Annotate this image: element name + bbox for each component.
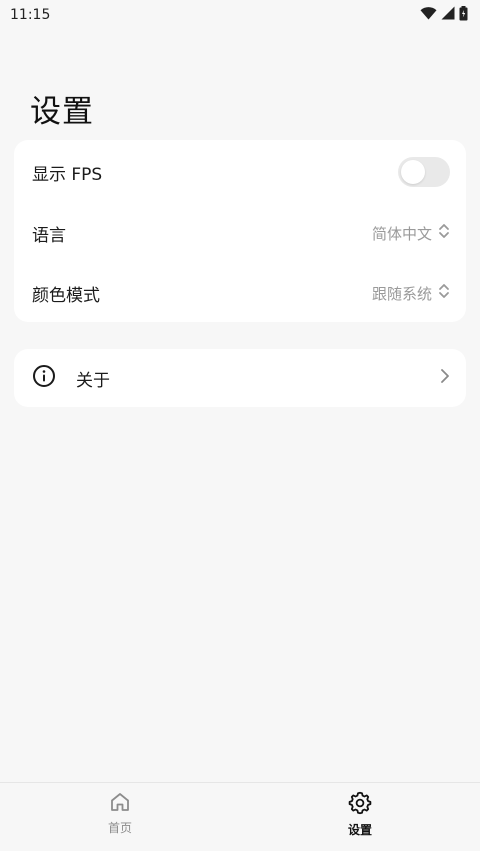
about-card: 关于 xyxy=(14,349,466,407)
chevron-right-icon xyxy=(440,368,450,388)
battery-icon xyxy=(459,5,468,25)
status-bar: 11:15 xyxy=(0,0,480,30)
status-icons xyxy=(420,5,468,25)
about-row[interactable]: 关于 xyxy=(14,349,466,407)
signal-icon xyxy=(441,6,455,24)
toggle-knob xyxy=(401,160,425,184)
color-mode-row[interactable]: 颜色模式 跟随系统 xyxy=(14,263,466,323)
nav-settings[interactable]: 设置 xyxy=(320,791,400,838)
language-select[interactable]: 简体中文 xyxy=(372,222,450,244)
language-row[interactable]: 语言 简体中文 xyxy=(14,203,466,263)
color-mode-label: 颜色模式 xyxy=(32,285,100,306)
show-fps-row[interactable]: 显示 FPS xyxy=(14,142,466,202)
about-label: 关于 xyxy=(76,370,110,391)
nav-home-label: 首页 xyxy=(107,821,132,835)
home-icon xyxy=(109,791,131,817)
chevron-up-down-icon xyxy=(438,282,450,304)
color-mode-value: 跟随系统 xyxy=(371,284,432,303)
settings-card: 显示 FPS 语言 简体中文 颜色模式 跟随系统 xyxy=(14,140,466,322)
show-fps-label: 显示 FPS xyxy=(32,164,103,185)
color-mode-select[interactable]: 跟随系统 xyxy=(372,282,450,304)
bottom-nav: 首页 设置 xyxy=(0,782,480,851)
nav-home[interactable]: 首页 xyxy=(80,791,160,836)
status-time: 11:15 xyxy=(10,7,51,23)
nav-settings-label: 设置 xyxy=(347,823,372,837)
wifi-icon xyxy=(420,6,437,24)
language-label: 语言 xyxy=(32,225,66,246)
show-fps-toggle[interactable] xyxy=(398,157,450,187)
gear-icon xyxy=(348,791,372,819)
info-icon xyxy=(32,364,56,392)
chevron-up-down-icon xyxy=(438,222,450,244)
language-value: 简体中文 xyxy=(371,224,432,243)
page-title: 设置 xyxy=(30,94,94,130)
